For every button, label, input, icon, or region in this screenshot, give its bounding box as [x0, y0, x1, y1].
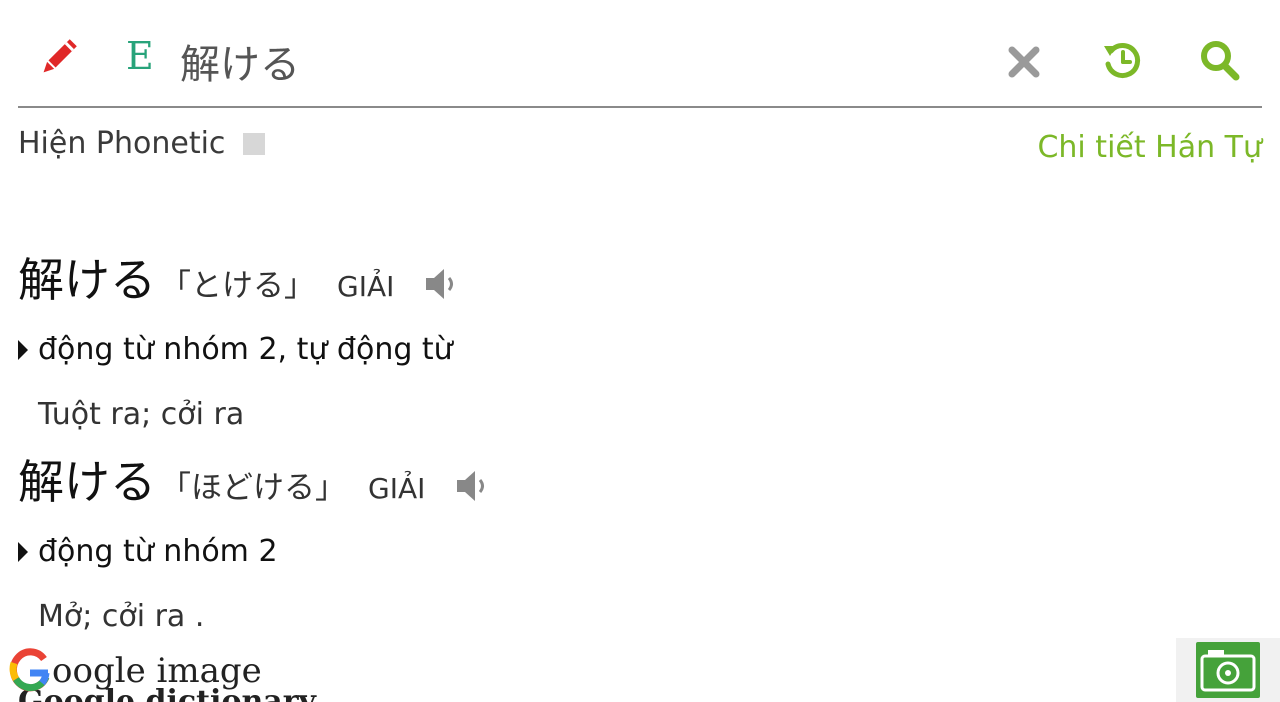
language-toggle-button[interactable]: E — [126, 34, 154, 78]
entry-word: 解ける — [18, 455, 156, 509]
google-image-label: oogle image — [52, 651, 262, 691]
entry-meaning: Mở; cởi ra . — [38, 599, 205, 634]
speaker-icon[interactable] — [455, 468, 493, 504]
entry-part-of-speech: động từ nhóm 2, tự động từ — [18, 332, 462, 367]
entry-word: 解ける — [18, 253, 156, 307]
phonetic-toggle[interactable]: Hiện Phonetic — [18, 126, 266, 161]
camera-icon — [1196, 642, 1260, 698]
camera-button[interactable] — [1176, 638, 1280, 702]
google-g-icon — [8, 647, 52, 695]
dictionary-entry: 解ける 「とける」 GIẢI động từ nhóm 2, tự động t… — [18, 244, 462, 432]
pos-text: động từ nhóm 2, tự động từ — [38, 332, 453, 367]
entry-hanviet: GIẢI — [368, 472, 426, 505]
dictionary-entry: 解ける 「ほどける」 GIẢI động từ nhóm 2 Mở; cởi r… — [18, 446, 493, 634]
search-icon[interactable] — [1200, 40, 1240, 82]
pencil-icon[interactable] — [36, 38, 78, 80]
close-icon[interactable] — [1008, 46, 1040, 78]
google-image-link[interactable]: oogle image — [8, 646, 262, 696]
phonetic-checkbox[interactable] — [243, 132, 266, 155]
entry-hanviet: GIẢI — [337, 270, 395, 303]
search-input[interactable]: 解ける — [180, 32, 300, 90]
dictionary-page: E 解ける Hiện Phonetic Chi tiết Hán Tự 解ける … — [0, 0, 1280, 702]
entry-reading: 「とける」 — [160, 268, 315, 304]
entry-part-of-speech: động từ nhóm 2 — [18, 534, 493, 569]
phonetic-label: Hiện Phonetic — [18, 126, 226, 161]
triangle-right-icon — [18, 339, 28, 360]
entry-header: 解ける 「とける」 GIẢI — [18, 244, 462, 310]
search-bar: E 解ける — [18, 0, 1262, 108]
kanji-detail-link[interactable]: Chi tiết Hán Tự — [1037, 130, 1262, 165]
speaker-icon[interactable] — [424, 266, 462, 302]
pos-text: động từ nhóm 2 — [38, 534, 278, 569]
triangle-right-icon — [18, 541, 28, 562]
history-icon[interactable] — [1102, 40, 1142, 80]
entry-meaning: Tuột ra; cởi ra — [38, 397, 245, 432]
entry-reading: 「ほどける」 — [160, 470, 346, 506]
entry-header: 解ける 「ほどける」 GIẢI — [18, 446, 493, 512]
